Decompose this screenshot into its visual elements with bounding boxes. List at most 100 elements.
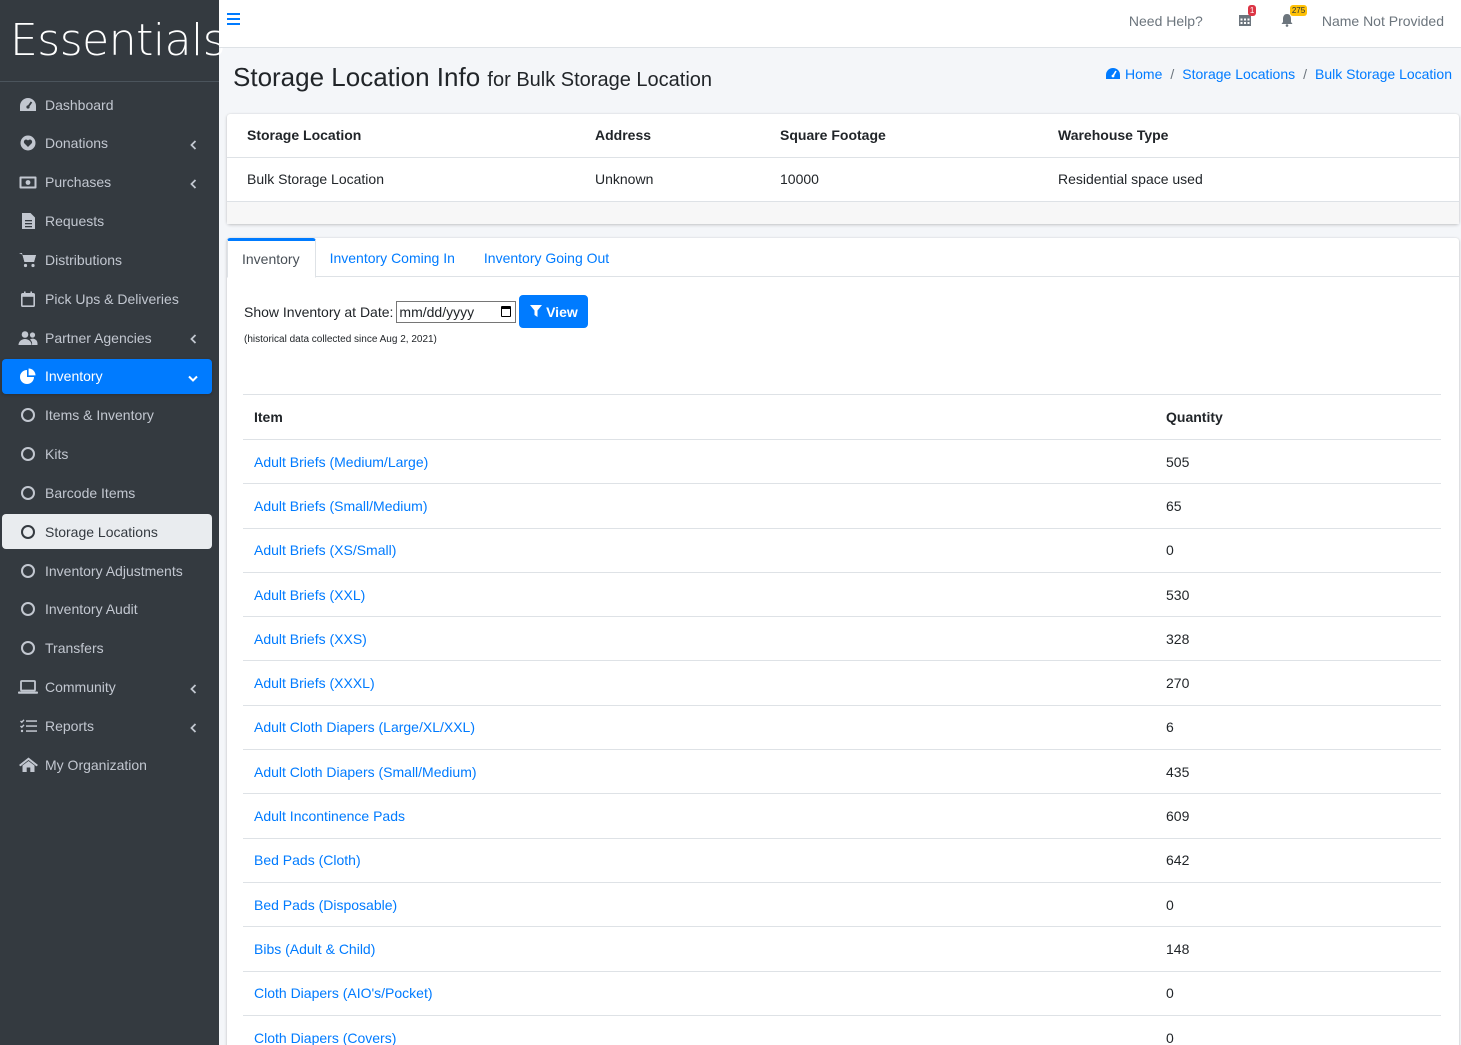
item-link[interactable]: Adult Briefs (XXXL) <box>254 675 375 691</box>
view-button[interactable]: View <box>519 295 589 328</box>
item-quantity: 609 <box>1155 793 1441 839</box>
dashboard-icon <box>18 96 38 114</box>
sidebar-item-label: Barcode Items <box>45 484 136 501</box>
item-link[interactable]: Bibs (Adult & Child) <box>254 941 375 957</box>
inventory-tabs-card: Inventory Inventory Coming In Inventory … <box>227 238 1459 1045</box>
item-link[interactable]: Bed Pads (Disposable) <box>254 897 397 913</box>
sidebar-nav: Dashboard Donations Purchases Requests Distr… <box>0 82 219 782</box>
breadcrumb-current[interactable]: Bulk Storage Location <box>1315 66 1452 82</box>
calendar-icon[interactable]: 1 <box>1238 5 1257 29</box>
item-link[interactable]: Adult Cloth Diapers (Large/XL/XXL) <box>254 719 475 735</box>
sidebar-item-label: My Organization <box>45 756 147 773</box>
item-link[interactable]: Adult Incontinence Pads <box>254 808 405 824</box>
circle-icon <box>18 600 38 618</box>
item-quantity: 270 <box>1155 660 1441 706</box>
circle-icon <box>18 523 38 541</box>
sidebar-item-inventory-audit[interactable]: Inventory Audit <box>2 592 212 627</box>
help-link[interactable]: Need Help? <box>1129 13 1203 29</box>
sidebar-item-items-inventory[interactable]: Items & Inventory <box>2 398 212 433</box>
item-link[interactable]: Bed Pads (Cloth) <box>254 852 361 868</box>
breadcrumb-home[interactable]: Home <box>1125 66 1162 82</box>
circle-icon <box>18 484 38 502</box>
circle-icon <box>18 639 38 657</box>
user-menu[interactable]: Name Not Provided <box>1322 13 1444 29</box>
sidebar-item-dashboard[interactable]: Dashboard <box>2 87 212 122</box>
sidebar-item-label: Inventory <box>45 368 103 385</box>
table-row: Adult Briefs (Medium/Large) 505 <box>243 439 1441 485</box>
chevron-left-icon <box>190 331 198 344</box>
sidebar-item-reports[interactable]: Reports <box>2 709 212 744</box>
calendar-picker-icon[interactable] <box>501 305 512 317</box>
users-icon <box>18 329 38 347</box>
item-quantity: 65 <box>1155 483 1441 529</box>
item-link[interactable]: Cloth Diapers (Covers) <box>254 1030 396 1045</box>
sidebar-item-storage-locations[interactable]: Storage Locations <box>2 514 212 550</box>
sidebar-item-label: Pick Ups & Deliveries <box>45 290 179 307</box>
laptop-icon <box>18 678 38 696</box>
calendar-icon <box>18 290 38 308</box>
tab-bar: Inventory Inventory Coming In Inventory … <box>227 238 1459 278</box>
header-quantity: Quantity <box>1155 394 1441 440</box>
tab-inventory[interactable]: Inventory <box>227 238 316 278</box>
sidebar-item-donations[interactable]: Donations <box>2 126 212 161</box>
sidebar-item-label: Inventory Adjustments <box>45 562 183 579</box>
item-link[interactable]: Adult Briefs (XXS) <box>254 631 367 647</box>
table-row: Adult Cloth Diapers (Small/Medium) 435 <box>243 749 1441 795</box>
content-header: Storage Location Info for Bulk Storage L… <box>233 62 712 93</box>
table-row: Bed Pads (Cloth) 642 <box>243 838 1441 883</box>
header-square-footage: Square Footage <box>780 114 1058 158</box>
bell-icon[interactable]: 275 <box>1280 5 1308 29</box>
item-quantity: 642 <box>1155 838 1441 883</box>
item-quantity: 530 <box>1155 572 1441 618</box>
sidebar-item-pick-ups-deliveries[interactable]: Pick Ups & Deliveries <box>2 281 212 316</box>
inventory-table: Item Quantity Adult Briefs (Medium/Large… <box>243 394 1441 1045</box>
item-link[interactable]: Adult Cloth Diapers (Small/Medium) <box>254 764 477 780</box>
circle-icon <box>18 445 38 463</box>
sidebar-item-kits[interactable]: Kits <box>2 437 212 472</box>
tab-inventory-going-out[interactable]: Inventory Going Out <box>470 238 624 277</box>
page-title: Storage Location Info for Bulk Storage L… <box>233 62 713 92</box>
tab-inventory-coming-in[interactable]: Inventory Coming In <box>316 238 470 277</box>
header-address: Address <box>595 114 780 158</box>
sidebar-item-my-organization[interactable]: My Organization <box>2 747 212 782</box>
item-quantity: 0 <box>1155 1015 1441 1045</box>
sidebar-item-requests[interactable]: Requests <box>2 204 212 239</box>
sidebar-item-transfers[interactable]: Transfers <box>2 631 212 666</box>
item-quantity: 0 <box>1155 882 1441 928</box>
table-row: Adult Briefs (XXL) 530 <box>243 572 1441 618</box>
table-row: Bed Pads (Disposable) 0 <box>243 882 1441 928</box>
sidebar-item-community[interactable]: Community <box>2 670 212 705</box>
sidebar-item-label: Community <box>45 679 116 696</box>
sidebar-item-inventory-adjustments[interactable]: Inventory Adjustments <box>2 553 212 588</box>
item-quantity: 435 <box>1155 749 1441 795</box>
item-link[interactable]: Adult Briefs (Medium/Large) <box>254 454 428 470</box>
table-row: Cloth Diapers (AIO's/Pocket) 0 <box>243 971 1441 1016</box>
item-link[interactable]: Adult Briefs (Small/Medium) <box>254 498 428 514</box>
brand-logo[interactable]: Essentials <box>0 0 226 82</box>
sidebar-item-inventory[interactable]: Inventory <box>2 358 212 394</box>
sidebar-item-label: Partner Agencies <box>45 329 152 346</box>
dashboard-icon <box>1106 68 1121 79</box>
sidebar-item-partner-agencies[interactable]: Partner Agencies <box>2 320 212 355</box>
value-warehouse-type: Residential space used <box>1058 157 1459 202</box>
value-square-footage: 10000 <box>780 157 1058 202</box>
value-storage-location: Bulk Storage Location <box>227 157 595 202</box>
date-input[interactable]: mm/dd/yyyy <box>396 300 517 323</box>
breadcrumb-storage-locations[interactable]: Storage Locations <box>1182 66 1295 82</box>
item-link[interactable]: Cloth Diapers (AIO's/Pocket) <box>254 985 433 1001</box>
sidebar-item-purchases[interactable]: Purchases <box>2 165 212 200</box>
item-link[interactable]: Adult Briefs (XXL) <box>254 587 365 603</box>
item-link[interactable]: Adult Briefs (XS/Small) <box>254 542 396 558</box>
item-quantity: 0 <box>1155 971 1441 1016</box>
sidebar-item-distributions[interactable]: Distributions <box>2 242 212 277</box>
filter-icon <box>530 305 543 317</box>
topbar: Need Help? 1 275 Name Not Provided <box>219 0 1461 48</box>
circle-icon <box>18 562 38 580</box>
money-icon <box>18 173 38 191</box>
sidebar-item-label: Inventory Audit <box>45 601 138 618</box>
sidebar-item-barcode-items[interactable]: Barcode Items <box>2 475 212 510</box>
menu-toggle-icon[interactable] <box>227 13 240 27</box>
table-row: Cloth Diapers (Covers) 0 <box>243 1015 1441 1045</box>
historical-note: (historical data collected since Aug 2, … <box>244 334 437 345</box>
sidebar-item-label: Storage Locations <box>45 523 158 540</box>
